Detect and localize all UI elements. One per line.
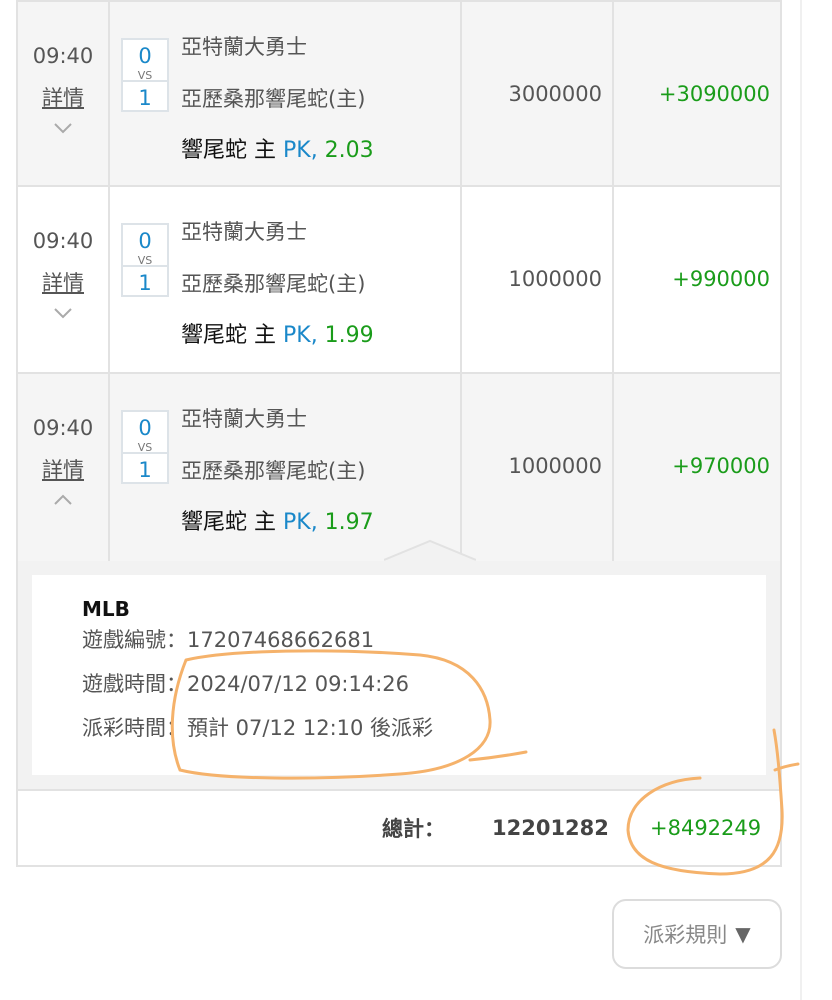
total-row: 總計： 12201282 +8492249 bbox=[18, 789, 780, 867]
stake-amount: 1000000 bbox=[462, 374, 614, 561]
match-cell: 0 VS 1 亞特蘭大勇士 亞歷桑那響尾蛇(主) 響尾蛇 主 PK, 1.99 bbox=[110, 187, 462, 372]
bet-time: 09:40 bbox=[32, 416, 94, 440]
score-away: 1 bbox=[138, 271, 152, 295]
time-cell: 09:40 詳情 bbox=[18, 187, 110, 372]
payout-rules-button[interactable]: 派彩規則 ▼ bbox=[612, 899, 782, 969]
score-box: 0 VS 1 bbox=[121, 223, 169, 297]
bet-time: 09:40 bbox=[32, 229, 94, 253]
triangle-down-icon: ▼ bbox=[735, 922, 751, 946]
total-label: 總計： bbox=[382, 817, 445, 841]
payout-rules-label: 派彩規則 bbox=[643, 923, 728, 947]
time-cell: 09:40 詳情 bbox=[18, 2, 110, 185]
vs-label: VS bbox=[123, 442, 167, 454]
detail-link[interactable]: 詳情 bbox=[18, 82, 108, 112]
pick-odds: 1.97 bbox=[317, 510, 374, 535]
game-time: 遊戲時間：2024/07/12 09:14:26 bbox=[82, 672, 410, 696]
match-cell: 0 VS 1 亞特蘭大勇士 亞歷桑那響尾蛇(主) 響尾蛇 主 PK, 1.97 bbox=[110, 374, 462, 561]
pick-selection: 響尾蛇 主 bbox=[181, 510, 283, 535]
chevron-up-icon[interactable] bbox=[51, 492, 75, 508]
pick-market: PK, bbox=[283, 138, 318, 163]
detail-link[interactable]: 詳情 bbox=[18, 454, 108, 484]
time-cell: 09:40 詳情 bbox=[18, 374, 110, 561]
bet-pick: 響尾蛇 主 PK, 1.99 bbox=[181, 323, 374, 349]
bet-time: 09:40 bbox=[32, 44, 94, 68]
detail-card: MLB 遊戲編號：17207468662681 遊戲時間：2024/07/12 … bbox=[32, 575, 766, 775]
pick-market: PK, bbox=[283, 323, 318, 348]
vs-label: VS bbox=[123, 70, 167, 82]
win-amount: +3090000 bbox=[658, 82, 770, 106]
bet-pick: 響尾蛇 主 PK, 2.03 bbox=[181, 138, 374, 164]
bet-row: 09:40 詳情 0 VS 1 亞特蘭大勇士 亞歷桑那響尾蛇(主) 響尾蛇 主 … bbox=[18, 187, 780, 374]
bet-pick: 響尾蛇 主 PK, 1.97 bbox=[181, 510, 374, 536]
bet-row-expanded: 09:40 詳情 0 VS 1 亞特蘭大勇士 亞歷桑那響尾蛇(主) 響尾蛇 主 … bbox=[18, 374, 780, 561]
score-away: 1 bbox=[138, 86, 152, 110]
chevron-down-icon[interactable] bbox=[51, 305, 75, 321]
match-lines: 亞特蘭大勇士 亞歷桑那響尾蛇(主) 響尾蛇 主 PK, 1.97 bbox=[181, 406, 374, 561]
pick-odds: 2.03 bbox=[317, 138, 374, 163]
stake-amount: 3000000 bbox=[462, 2, 614, 185]
stake-amount: 1000000 bbox=[462, 187, 614, 372]
total-win: +8492249 bbox=[650, 816, 762, 840]
team-home: 亞歷桑那響尾蛇(主) bbox=[181, 87, 366, 111]
detail-link[interactable]: 詳情 bbox=[18, 267, 108, 297]
league-name: MLB bbox=[82, 597, 130, 621]
score-home: 0 bbox=[138, 229, 152, 253]
pick-selection: 響尾蛇 主 bbox=[181, 323, 283, 348]
team-away: 亞特蘭大勇士 bbox=[181, 35, 307, 59]
match-lines: 亞特蘭大勇士 亞歷桑那響尾蛇(主) 響尾蛇 主 PK, 1.99 bbox=[181, 219, 374, 372]
team-home: 亞歷桑那響尾蛇(主) bbox=[181, 459, 366, 483]
panel-pointer-outline bbox=[384, 539, 476, 561]
team-home: 亞歷桑那響尾蛇(主) bbox=[181, 272, 366, 296]
chevron-down-icon[interactable] bbox=[51, 120, 75, 136]
bet-detail-panel: MLB 遊戲編號：17207468662681 遊戲時間：2024/07/12 … bbox=[18, 539, 780, 789]
score-box: 0 VS 1 bbox=[121, 38, 169, 112]
match-cell: 0 VS 1 亞特蘭大勇士 亞歷桑那響尾蛇(主) 響尾蛇 主 PK, 2.03 bbox=[110, 2, 462, 185]
team-away: 亞特蘭大勇士 bbox=[181, 407, 307, 431]
vs-label: VS bbox=[123, 255, 167, 267]
score-home: 0 bbox=[138, 44, 152, 68]
score-home: 0 bbox=[138, 416, 152, 440]
score-away: 1 bbox=[138, 458, 152, 482]
page-edge-line bbox=[800, 0, 802, 1000]
win-amount: +970000 bbox=[672, 454, 770, 478]
payout-time: 派彩時間：預計 07/12 12:10 後派彩 bbox=[82, 716, 434, 740]
pick-odds: 1.99 bbox=[317, 323, 374, 348]
score-box: 0 VS 1 bbox=[121, 410, 169, 484]
win-amount: +990000 bbox=[672, 267, 770, 291]
pick-selection: 響尾蛇 主 bbox=[181, 138, 283, 163]
bet-records-table: 09:40 詳情 0 VS 1 亞特蘭大勇士 亞歷桑那響尾蛇(主) 響尾蛇 主 … bbox=[16, 0, 782, 867]
bet-row: 09:40 詳情 0 VS 1 亞特蘭大勇士 亞歷桑那響尾蛇(主) 響尾蛇 主 … bbox=[18, 0, 780, 187]
game-number: 遊戲編號：17207468662681 bbox=[82, 628, 375, 652]
team-away: 亞特蘭大勇士 bbox=[181, 220, 307, 244]
total-stake: 12201282 bbox=[492, 816, 609, 840]
match-lines: 亞特蘭大勇士 亞歷桑那響尾蛇(主) 響尾蛇 主 PK, 2.03 bbox=[181, 34, 374, 185]
pick-market: PK, bbox=[283, 510, 318, 535]
